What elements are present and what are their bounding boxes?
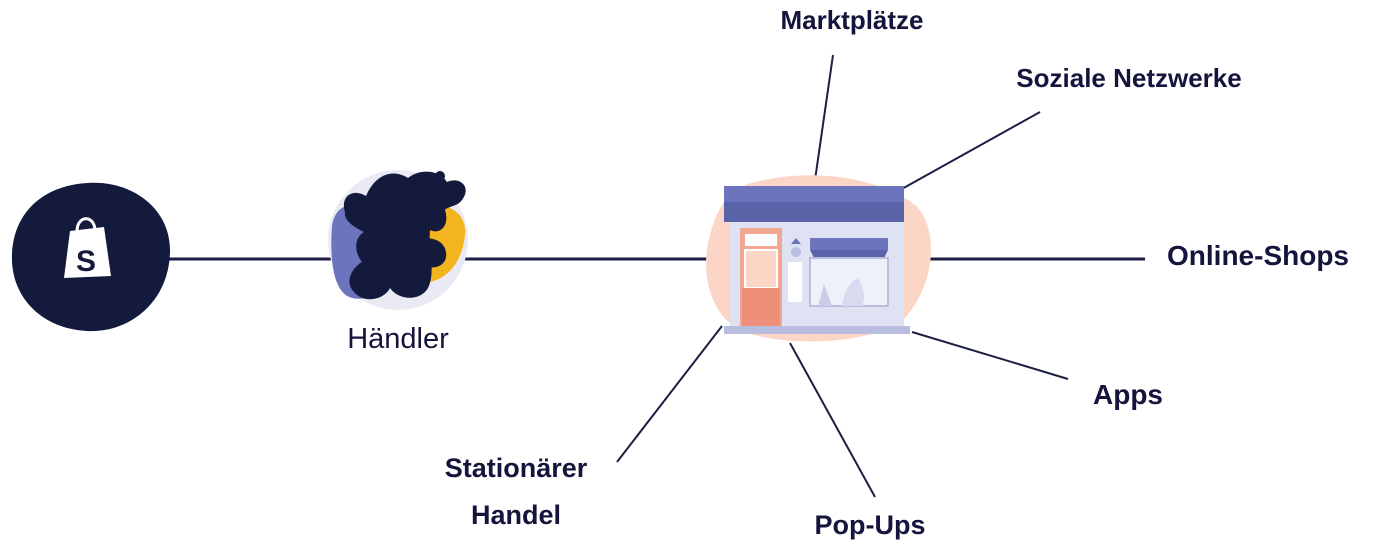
label-retail-line1: Stationärer: [445, 453, 588, 483]
storefront-illustration: [706, 175, 932, 342]
label-merchant: Händler: [347, 323, 449, 355]
label-retail-line2: Handel: [471, 500, 561, 530]
sales-channels-diagram: S Händler Marktplätze Soziale Netzwerke …: [11, 5, 1349, 540]
label-pop-ups: Pop-Ups: [815, 510, 926, 540]
connector-pop-ups: [789, 342, 876, 498]
connector-apps: [911, 331, 1069, 380]
label-online-shops: Online-Shops: [1167, 240, 1349, 271]
connector-retail: [616, 325, 723, 463]
shopify-logo-letter: S: [76, 245, 96, 278]
label-apps: Apps: [1093, 379, 1163, 410]
shopify-badge: S: [11, 182, 171, 332]
merchant-avatar-illustration: [328, 170, 468, 310]
connector-marketplaces: [814, 54, 834, 181]
connector-social: [899, 111, 1041, 191]
label-social-networks: Soziale Netzwerke: [1016, 63, 1241, 93]
label-marketplaces: Marktplätze: [780, 5, 923, 35]
